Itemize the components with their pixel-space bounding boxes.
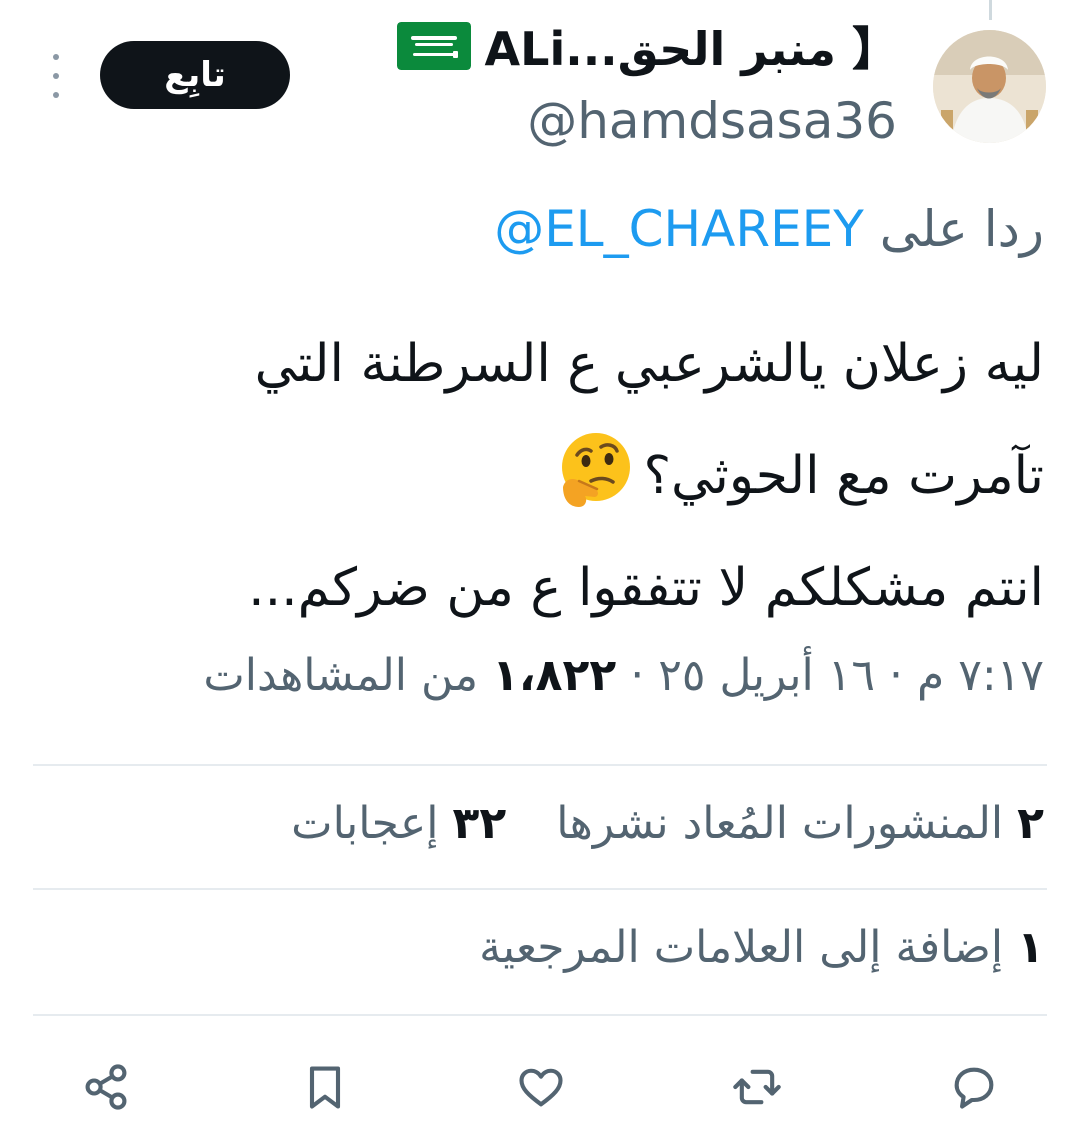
reply-button[interactable]	[945, 1058, 1003, 1116]
likes-count: ٣٢	[452, 798, 507, 849]
saudi-arabia-flag-icon	[396, 22, 471, 70]
tweet-meta: ٧:١٧ م · ١٦ أبريل ٢٥ · ١،٨٢٢ من المشاهدا…	[203, 650, 1044, 701]
author-handle[interactable]: @hamdsasa36	[527, 92, 897, 150]
bookmarks-stat-row: ١ إضافة إلى العلامات المرجعية	[443, 922, 1044, 973]
views-label: من المشاهدات	[203, 650, 479, 701]
tweet-line-2: تآمرت مع الحوثي؟	[84, 420, 1044, 532]
tweet-line-1: ليه زعلان يالشرعبي ع السرطنة التي	[84, 308, 1044, 420]
avatar[interactable]	[933, 30, 1046, 143]
likes-label: إعجابات	[291, 798, 439, 849]
bookmarks-label: إضافة إلى العلامات المرجعية	[479, 922, 1004, 973]
replying-to: ردا على @EL_CHAREEY	[494, 200, 1044, 258]
reposts-count: ٢	[1017, 798, 1044, 849]
thread-connector-line	[989, 0, 992, 20]
reposts-stat[interactable]: ٢ المنشورات المُعاد نشرها	[542, 798, 1044, 849]
follow-button[interactable]: تابِع	[100, 41, 290, 109]
more-dot	[53, 73, 59, 79]
tweet-line-3-text: انتم مشكلكم لا تتفقوا ع من ضركم...	[248, 558, 1044, 618]
retweet-icon	[733, 1069, 781, 1105]
more-dot	[53, 54, 59, 60]
avatar-image	[933, 30, 1046, 143]
bookmarks-count: ١	[1017, 922, 1044, 973]
like-button[interactable]	[512, 1058, 570, 1116]
tweet-text: ليه زعلان يالشرعبي ع السرطنة التي تآمرت …	[84, 308, 1044, 644]
share-button[interactable]	[77, 1058, 135, 1116]
engagement-stats-row: ٢ المنشورات المُعاد نشرها ٣٢ إعجابات	[255, 798, 1044, 849]
more-dot	[53, 92, 59, 98]
reply-mention-link[interactable]: @EL_CHAREEY	[494, 200, 864, 258]
thinking-face-emoji	[562, 433, 631, 507]
share-icon	[85, 1064, 127, 1110]
tweet-time[interactable]: ٧:١٧ م	[917, 650, 1044, 701]
like-icon	[519, 1068, 563, 1107]
views-count: ١،٨٢٢	[492, 650, 617, 701]
divider	[33, 1014, 1047, 1016]
tweet-date[interactable]: ١٦ أبريل ٢٥	[658, 650, 875, 701]
divider	[33, 888, 1047, 890]
divider	[33, 764, 1047, 766]
bookmarks-stat[interactable]: ١ إضافة إلى العلامات المرجعية	[479, 922, 1044, 973]
more-options-icon[interactable]	[46, 54, 66, 98]
likes-stat[interactable]: ٣٢ إعجابات	[291, 798, 506, 849]
tweet-line-1-text: ليه زعلان يالشرعبي ع السرطنة التي	[254, 334, 1044, 394]
tweet-line-2-text: تآمرت مع الحوثي؟	[643, 446, 1044, 506]
bookmark-icon	[309, 1066, 341, 1109]
tweet-line-3: انتم مشكلكم لا تتفقوا ع من ضركم...	[84, 532, 1044, 644]
reply-icon	[954, 1067, 994, 1109]
author-display-name[interactable]: ALi...منبر الحق 】	[485, 13, 898, 79]
replying-to-label: ردا على	[879, 200, 1044, 258]
bookmark-button[interactable]	[296, 1058, 354, 1116]
author-display-name-row[interactable]: ALi...منبر الحق 】	[396, 13, 898, 79]
retweet-button[interactable]	[728, 1058, 786, 1116]
meta-separator: ·	[630, 650, 645, 701]
meta-separator: ·	[889, 650, 904, 701]
reposts-label: المنشورات المُعاد نشرها	[556, 798, 1004, 849]
